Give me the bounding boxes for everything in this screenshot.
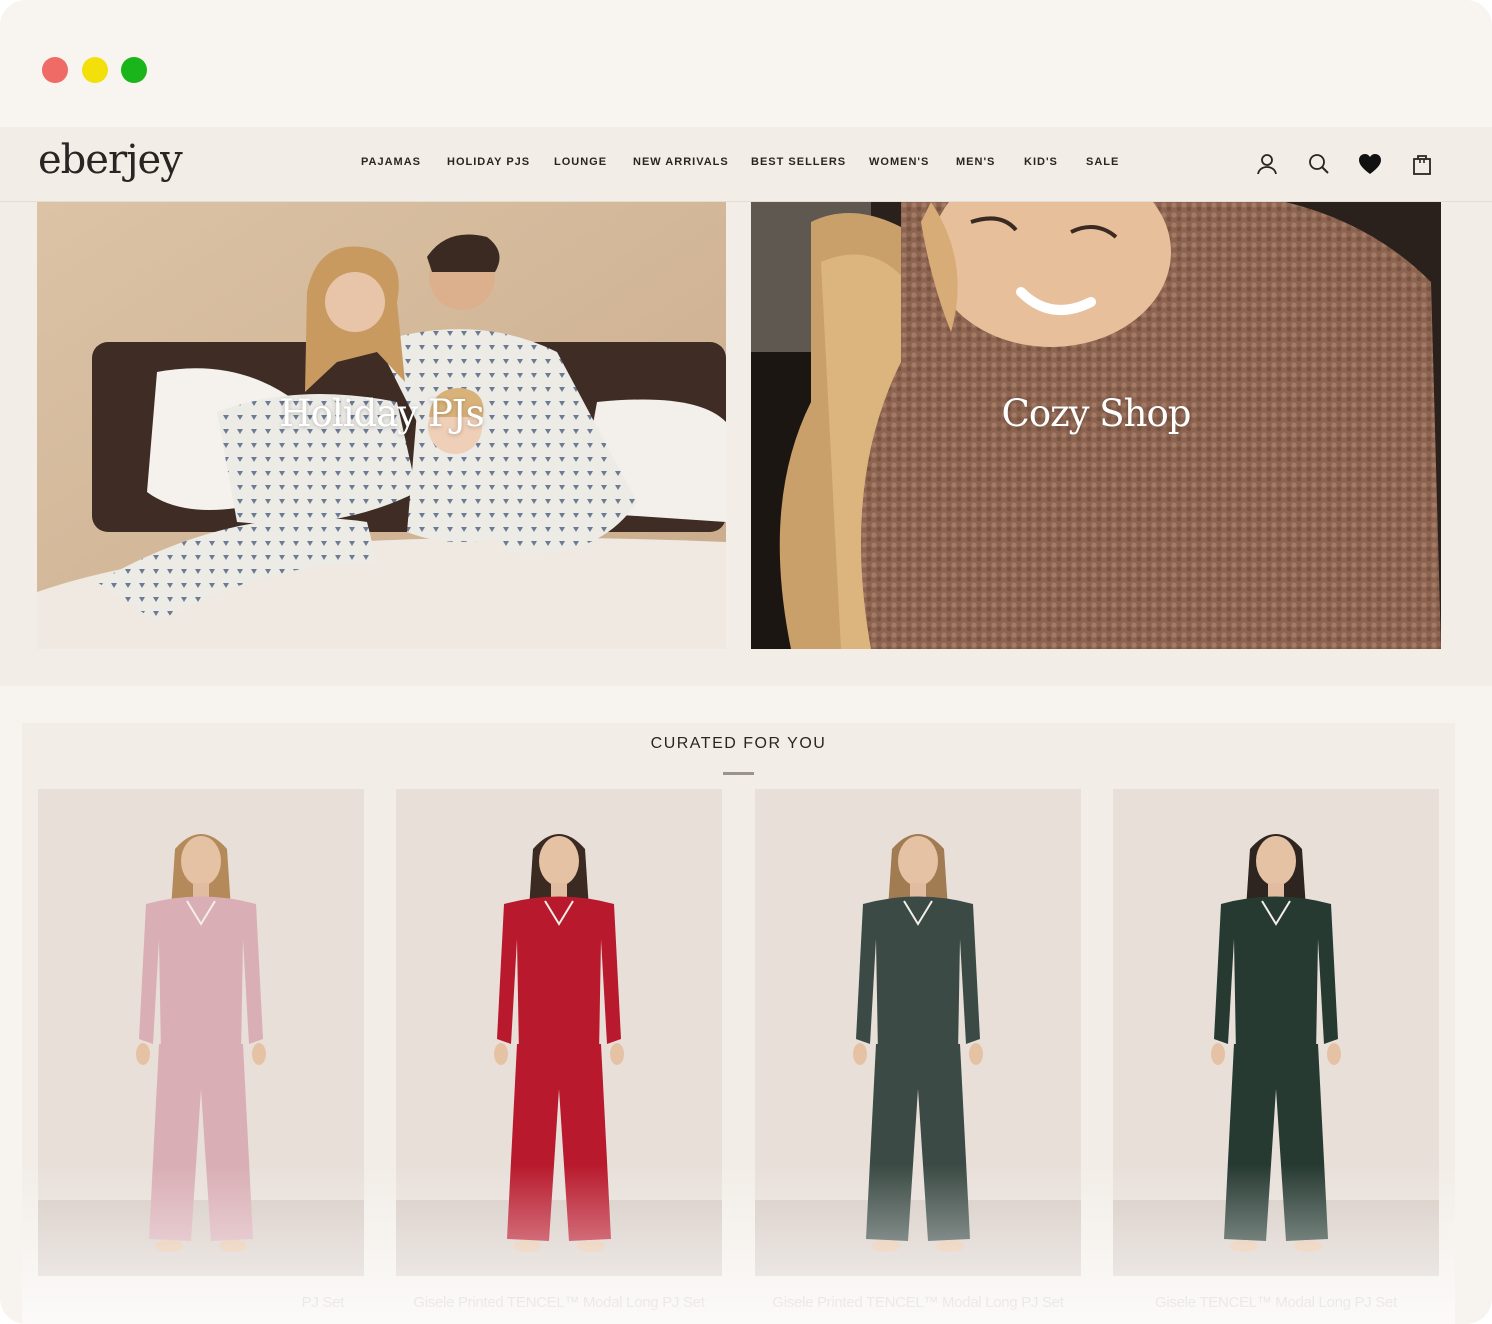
site-header: eberjey PAJAMAS HOLIDAY PJS LOUNGE NEW A… — [0, 127, 1492, 202]
product-image — [494, 834, 624, 1252]
cozy-shop-title: Cozy Shop — [1001, 392, 1192, 435]
close-window-button[interactable] — [42, 57, 68, 83]
window-titlebar — [0, 0, 1492, 127]
product-image — [853, 834, 983, 1252]
product-card[interactable] — [1113, 789, 1439, 1276]
wishlist-heart-icon[interactable] — [1355, 149, 1385, 179]
header-icons — [1252, 149, 1442, 179]
product-name[interactable]: PJ Set — [38, 1294, 364, 1311]
browser-window: eberjey PAJAMAS HOLIDAY PJS LOUNGE NEW A… — [0, 0, 1492, 1324]
hero-section: Holiday PJs Cozy Shop — [0, 202, 1492, 686]
account-icon[interactable] — [1252, 149, 1282, 179]
nav-item-pajamas[interactable]: PAJAMAS — [361, 156, 421, 168]
curated-section: CURATED FOR YOU PJ Set Gisele Printed TE… — [22, 723, 1455, 1324]
title-underline — [723, 772, 754, 775]
holiday-pjs-tile[interactable]: Holiday PJs — [37, 202, 726, 649]
maximize-window-button[interactable] — [121, 57, 147, 83]
nav-item-mens[interactable]: MEN'S — [956, 156, 995, 168]
product-name[interactable]: Gisele TENCEL™ Modal Long PJ Set — [1113, 1294, 1439, 1311]
curated-title: CURATED FOR YOU — [650, 735, 827, 752]
shopping-bag-icon[interactable] — [1407, 149, 1437, 179]
nav-item-sale[interactable]: SALE — [1086, 156, 1119, 168]
nav-item-new-arrivals[interactable]: NEW ARRIVALS — [633, 156, 729, 168]
nav-item-best-sellers[interactable]: BEST SELLERS — [751, 156, 846, 168]
nav-item-lounge[interactable]: LOUNGE — [554, 156, 607, 168]
minimize-window-button[interactable] — [82, 57, 108, 83]
nav-item-kids[interactable]: KID'S — [1024, 156, 1058, 168]
product-card[interactable] — [38, 789, 364, 1276]
product-name[interactable]: Gisele Printed TENCEL™ Modal Long PJ Set — [755, 1294, 1081, 1311]
product-card[interactable] — [755, 789, 1081, 1276]
product-image — [136, 834, 266, 1252]
nav-item-womens[interactable]: WOMEN'S — [869, 156, 929, 168]
cozy-shop-tile[interactable]: Cozy Shop — [751, 202, 1441, 649]
product-name[interactable]: Gisele Printed TENCEL™ Modal Long PJ Set — [396, 1294, 722, 1311]
nav-item-holiday-pjs[interactable]: HOLIDAY PJS — [447, 156, 530, 168]
holiday-pjs-title: Holiday PJs — [279, 392, 484, 435]
product-image — [1211, 834, 1341, 1252]
search-icon[interactable] — [1304, 149, 1334, 179]
product-card[interactable] — [396, 789, 722, 1276]
